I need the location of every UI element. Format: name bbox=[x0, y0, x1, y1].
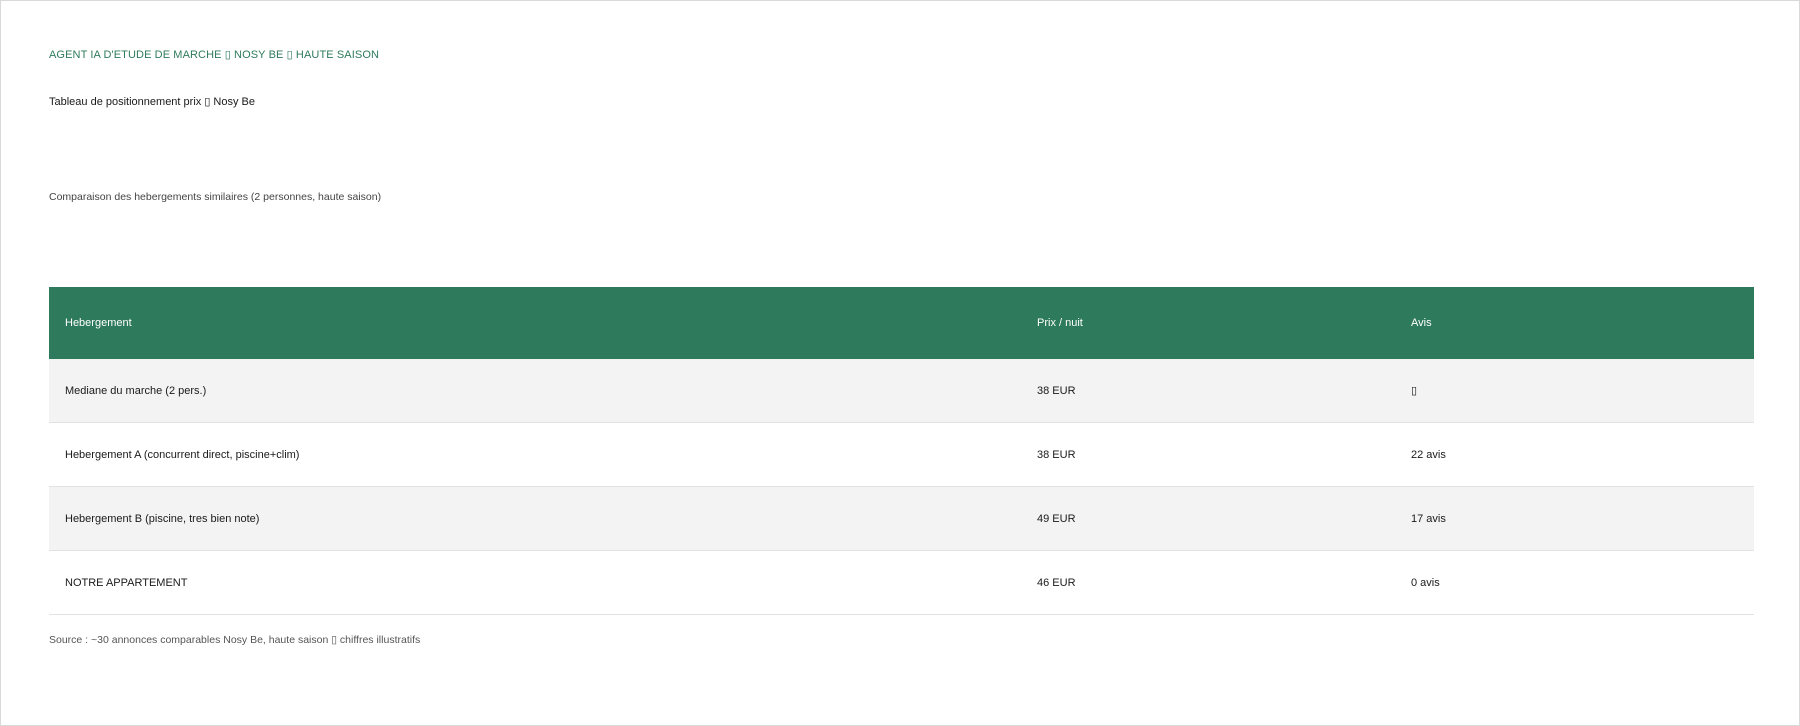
page-frame: AGENT IA D'ETUDE DE MARCHE ▯ NOSY BE ▯ H… bbox=[0, 0, 1800, 726]
cell-prix: 38 EUR bbox=[1037, 448, 1076, 461]
report-subtitle: Comparaison des hebergements similaires … bbox=[49, 191, 382, 203]
cell-prix: 38 EUR bbox=[1037, 384, 1076, 397]
cell-avis: 0 avis bbox=[1411, 576, 1440, 589]
table-row: Hebergement A (concurrent direct, piscin… bbox=[49, 423, 1754, 487]
cell-prix: 49 EUR bbox=[1037, 512, 1076, 525]
report-title: Tableau de positionnement prix ▯ Nosy Be bbox=[49, 96, 256, 108]
report-eyebrow: AGENT IA D'ETUDE DE MARCHE ▯ NOSY BE ▯ H… bbox=[49, 49, 380, 61]
cell-avis: 22 avis bbox=[1411, 448, 1446, 461]
table-row: Hebergement B (piscine, tres bien note) … bbox=[49, 487, 1754, 551]
cell-hebergement: NOTRE APPARTEMENT bbox=[65, 576, 188, 589]
table-row: NOTRE APPARTEMENT 46 EUR 0 avis bbox=[49, 551, 1754, 615]
cell-avis: ▯ bbox=[1411, 385, 1418, 397]
cell-hebergement: Hebergement B (piscine, tres bien note) bbox=[65, 512, 260, 525]
table-row: Mediane du marche (2 pers.) 38 EUR ▯ bbox=[49, 359, 1754, 423]
column-header-avis: Avis bbox=[1411, 317, 1432, 329]
cell-avis: 17 avis bbox=[1411, 512, 1446, 525]
table-header: Hebergement Prix / nuit Avis bbox=[49, 287, 1754, 359]
price-positioning-table: Hebergement Prix / nuit Avis Mediane du … bbox=[49, 287, 1754, 615]
cell-hebergement: Hebergement A (concurrent direct, piscin… bbox=[65, 448, 300, 461]
source-note: Source : ~30 annonces comparables Nosy B… bbox=[49, 634, 421, 646]
cell-prix: 46 EUR bbox=[1037, 576, 1076, 589]
column-header-hebergement: Hebergement bbox=[65, 317, 132, 329]
column-header-prix-nuit: Prix / nuit bbox=[1037, 317, 1083, 329]
cell-hebergement: Mediane du marche (2 pers.) bbox=[65, 384, 207, 397]
